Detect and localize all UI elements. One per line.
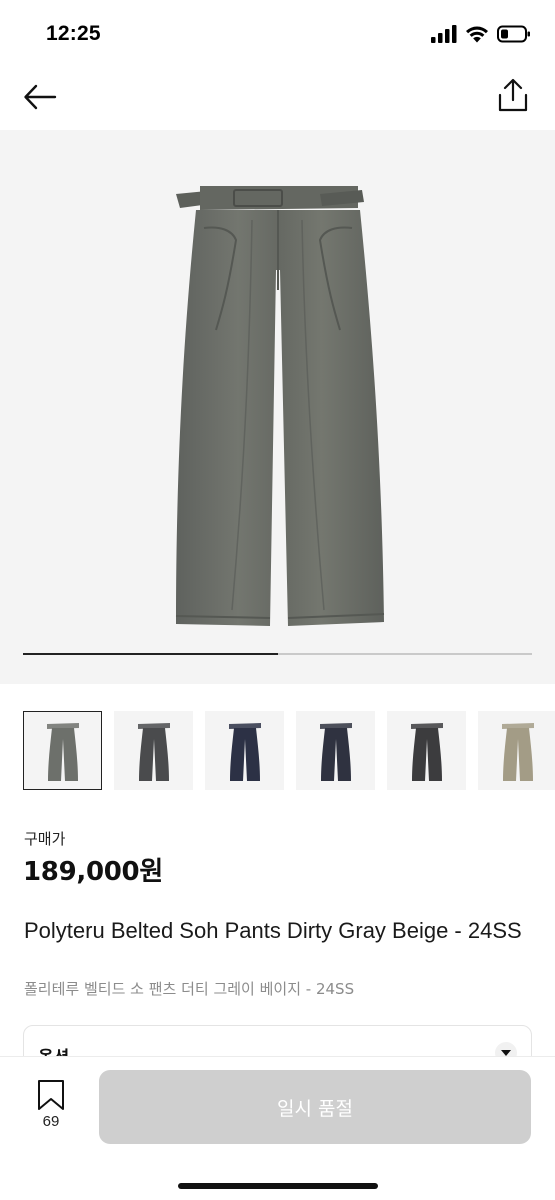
status-bar: 12:25 xyxy=(0,0,555,66)
home-indicator xyxy=(178,1183,378,1189)
color-thumbnail[interactable] xyxy=(478,711,555,790)
nav-bar xyxy=(0,66,555,130)
share-icon xyxy=(498,78,528,112)
product-image xyxy=(175,186,385,626)
thumbnail-pants-image xyxy=(320,723,352,781)
color-thumbnails xyxy=(23,711,555,791)
bookmark-count: 69 xyxy=(42,1113,60,1130)
soldout-button[interactable]: 일시 품절 xyxy=(99,1070,531,1144)
color-thumbnail[interactable] xyxy=(23,711,102,790)
price-value: 189,000원 xyxy=(23,857,163,887)
color-thumbnail[interactable] xyxy=(114,711,193,790)
share-button[interactable] xyxy=(491,73,535,117)
thumbnail-pants-image xyxy=(229,723,261,781)
price-label: 구매가 xyxy=(24,830,66,848)
gallery-progress-fill xyxy=(23,653,278,655)
color-thumbnail[interactable] xyxy=(296,711,375,790)
thumbnail-pants-image xyxy=(502,723,534,781)
product-title-en: Polyteru Belted Soh Pants Dirty Gray Bei… xyxy=(24,918,522,943)
back-button[interactable] xyxy=(18,75,62,119)
battery-icon xyxy=(497,25,531,48)
soldout-label: 일시 품절 xyxy=(277,1097,353,1120)
signal-icon xyxy=(431,24,457,48)
wifi-icon xyxy=(465,25,489,48)
thumbnail-pants-image xyxy=(138,723,170,781)
status-time: 12:25 xyxy=(46,22,101,45)
status-icons xyxy=(431,24,531,48)
arrow-left-icon xyxy=(24,84,57,110)
product-image-carousel[interactable] xyxy=(0,130,555,684)
thumbnail-pants-image xyxy=(47,723,79,781)
bottom-action-bar: 69 일시 품절 xyxy=(0,1056,555,1200)
bookmark-icon xyxy=(38,1080,64,1110)
color-thumbnail[interactable] xyxy=(387,711,466,790)
product-title-ko: 폴리테루 벨티드 소 팬츠 더티 그레이 베이지 - 24SS xyxy=(24,980,355,998)
gallery-progress-track xyxy=(23,653,532,655)
thumbnail-pants-image xyxy=(411,723,443,781)
color-thumbnail[interactable] xyxy=(205,711,284,790)
bookmark-button[interactable]: 69 xyxy=(28,1079,74,1135)
